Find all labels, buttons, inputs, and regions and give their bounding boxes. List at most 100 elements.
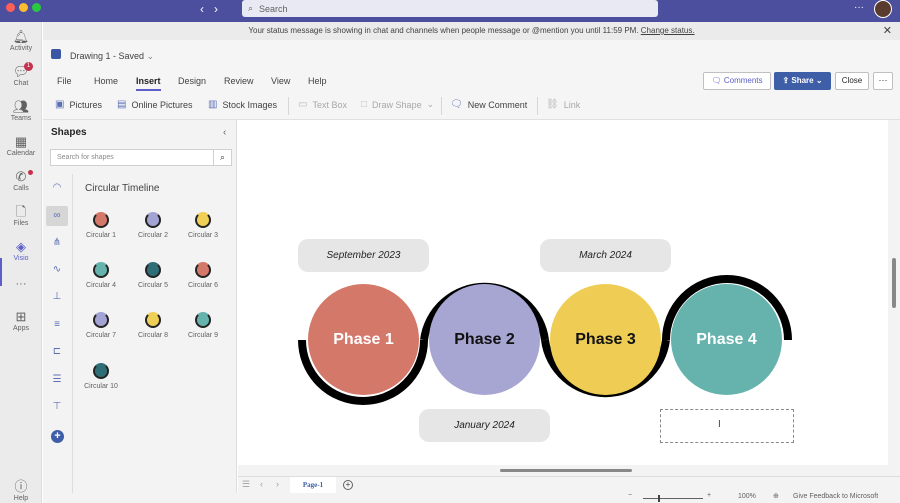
history-nav: ‹ › (200, 2, 218, 16)
shape-item[interactable]: Circular 6 (181, 262, 225, 289)
rail-item-activity[interactable]: 🔔︎ Activity (0, 30, 42, 53)
pictures-button[interactable]: ▣ Pictures (55, 99, 102, 110)
zoom-in-icon[interactable]: + (707, 492, 711, 499)
shape-item[interactable]: Circular 3 (181, 212, 225, 239)
rail-item-help[interactable]: ⓘ Help (0, 480, 42, 503)
file-bar: Drawing 1 - Saved ⌄ (43, 40, 900, 70)
zoom-slider[interactable] (643, 498, 703, 499)
date-label-top-2[interactable]: March 2024 (540, 239, 671, 272)
chevron-down-icon: ⌄ (815, 76, 823, 85)
shape-item[interactable]: Circular 5 (131, 262, 175, 289)
new-comment-button[interactable]: 🗨︎ New Comment (450, 99, 527, 110)
stock-image-icon: ▥ (208, 99, 218, 110)
more-options-icon[interactable]: ··· (854, 2, 864, 13)
rail-item-visio[interactable]: ◈ Visio (0, 239, 42, 263)
comment-icon: 🗨︎ (711, 76, 722, 85)
comments-button[interactable]: 🗨︎ Comments (703, 72, 771, 90)
online-pictures-button[interactable]: ▤ Online Pictures (117, 99, 192, 110)
shape-item[interactable]: Circular 8 (131, 312, 175, 339)
close-button[interactable]: Close (835, 72, 869, 90)
feedback-link[interactable]: Give Feedback to Microsoft (793, 493, 878, 500)
prev-page-icon[interactable]: ‹ (260, 479, 263, 489)
rail-item-more[interactable]: ··· (0, 278, 42, 290)
date-label-top-1[interactable]: September 2023 (298, 239, 429, 272)
rail-item-teams[interactable]: 👥︎ Teams (0, 100, 42, 123)
text-box-button[interactable]: ▭ Text Box (298, 99, 347, 110)
phase-4-circle[interactable]: Phase 4 (671, 284, 782, 395)
stencil-wave-icon[interactable]: ∿ (46, 260, 68, 280)
page-list-icon[interactable]: ☰ (242, 479, 250, 490)
phase-1-circle[interactable]: Phase 1 (308, 284, 419, 395)
horizontal-scrollbar[interactable] (500, 469, 632, 472)
stencil-gauge-icon[interactable]: ◠ (46, 178, 68, 198)
add-page-icon[interactable]: + (343, 480, 353, 490)
shape-item[interactable]: Circular 10 (79, 363, 123, 390)
avatar[interactable] (874, 0, 892, 18)
visio-icon: ◈ (16, 239, 26, 254)
draw-shape-button[interactable]: □ Draw Shape ⌄ (361, 99, 434, 110)
rail-item-apps[interactable]: ⊞ Apps (0, 310, 42, 333)
stencil-tree-icon[interactable]: ⊥ (46, 287, 68, 307)
shape-item[interactable]: Circular 9 (181, 312, 225, 339)
stencil-stack-icon[interactable]: ≡ (46, 315, 68, 335)
tab-insert[interactable]: Insert (136, 76, 161, 91)
zoom-slider-thumb[interactable] (658, 495, 660, 502)
phase-2-circle[interactable]: Phase 2 (429, 284, 540, 395)
tab-file[interactable]: File (57, 76, 72, 86)
shape-item[interactable]: Circular 7 (79, 312, 123, 339)
shape-item[interactable]: Circular 1 (79, 212, 123, 239)
stock-images-button[interactable]: ▥ Stock Images (208, 99, 277, 110)
more-button[interactable]: ··· (873, 72, 893, 90)
collapse-icon[interactable]: ‹ (223, 127, 226, 138)
title-bar: ‹ › ⌕ Search ··· (0, 0, 900, 22)
date-label-bottom-1[interactable]: January 2024 (419, 409, 550, 442)
stencil-circular-timeline-icon[interactable]: ∞ (46, 206, 68, 226)
chevron-down-icon[interactable]: ⌄ (147, 51, 155, 61)
link-button[interactable]: ⛓︎ Link (546, 99, 580, 110)
tab-design[interactable]: Design (178, 76, 206, 86)
shape-label: Circular 5 (138, 282, 168, 289)
shapes-search-input[interactable]: Search for shapes ⌕ (50, 149, 232, 166)
shape-item[interactable]: Circular 2 (131, 212, 175, 239)
zoom-out-icon[interactable]: − (628, 492, 632, 499)
close-icon[interactable]: ✕ (883, 22, 892, 40)
stencil-flow-icon[interactable]: ⋔ (46, 233, 68, 253)
vertical-scrollbar[interactable] (892, 258, 896, 308)
share-button[interactable]: ⇪ Share ⌄ (774, 72, 831, 90)
new-comment-icon: 🗨︎ (450, 99, 463, 110)
chat-icon: 💬︎ (12, 64, 30, 79)
next-page-icon[interactable]: › (276, 479, 279, 489)
rail-item-calls[interactable]: ✆ Calls (0, 170, 42, 192)
tab-review[interactable]: Review (224, 76, 254, 86)
tab-view[interactable]: View (271, 76, 290, 86)
divider (537, 97, 538, 115)
tab-help[interactable]: Help (308, 76, 327, 86)
close-window-icon[interactable] (6, 3, 15, 12)
stencil-org-icon[interactable]: ⊤ (46, 397, 68, 417)
stencil-process-icon[interactable]: ⊏ (46, 342, 68, 362)
phase-3-circle[interactable]: Phase 3 (550, 284, 661, 395)
category-title: Circular Timeline (85, 183, 160, 194)
stencil-list-icon[interactable]: ☰ (46, 370, 68, 390)
shape-icon: □ (361, 99, 368, 110)
forward-arrow-icon[interactable]: › (214, 2, 218, 16)
search-icon[interactable]: ⌕ (213, 150, 231, 165)
tab-home[interactable]: Home (94, 76, 118, 86)
minimize-window-icon[interactable] (19, 3, 28, 12)
add-stencil-icon[interactable]: + (51, 430, 64, 443)
zoom-level[interactable]: 100% (738, 493, 756, 500)
rail-item-calendar[interactable]: ▦ Calendar (0, 135, 42, 158)
page-tab[interactable]: Page-1 (290, 477, 336, 493)
search-input[interactable]: ⌕ Search (242, 0, 658, 17)
back-arrow-icon[interactable]: ‹ (200, 2, 204, 16)
file-icon: 🗋︎ (15, 204, 27, 219)
rail-item-chat[interactable]: 💬︎ 1 Chat (0, 62, 42, 87)
rail-item-files[interactable]: 🗋︎ Files (0, 204, 42, 228)
maximize-window-icon[interactable] (32, 3, 41, 12)
empty-text-box[interactable] (660, 409, 794, 443)
fit-page-icon[interactable]: ⊕ (773, 492, 779, 500)
shape-item[interactable]: Circular 4 (79, 262, 123, 289)
change-status-link[interactable]: Change status. (641, 26, 695, 35)
file-name[interactable]: Drawing 1 - Saved ⌄ (70, 51, 154, 62)
shape-label: Circular 9 (188, 332, 218, 339)
